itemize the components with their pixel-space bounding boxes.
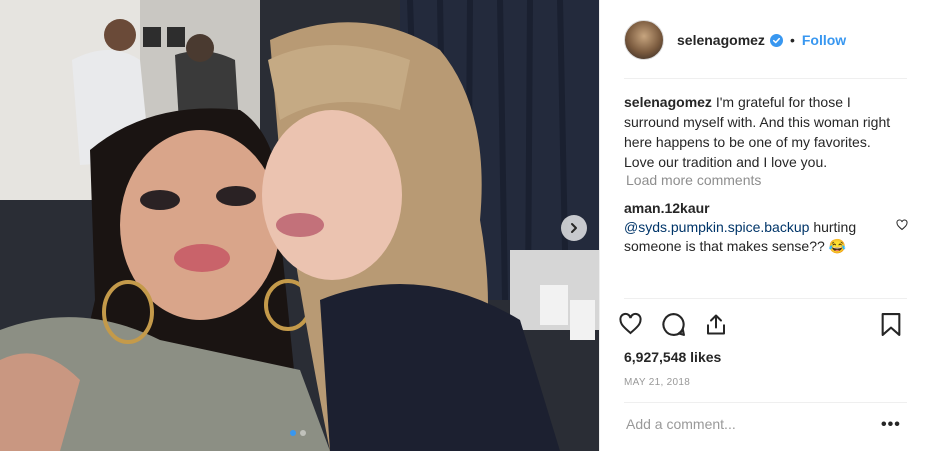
chevron-right-icon [571, 223, 577, 233]
carousel-next-button[interactable] [561, 215, 587, 241]
header-username[interactable]: selenagomez [677, 32, 765, 48]
carousel-dot-active [290, 430, 296, 436]
likes-count[interactable]: 6,927,548 likes [624, 349, 721, 365]
share-icon[interactable] [704, 312, 728, 337]
verified-badge-icon [769, 33, 783, 47]
comment-icon[interactable] [661, 312, 686, 337]
laughing-emoji: 😂 [828, 238, 847, 254]
header-separator: • [789, 32, 795, 48]
comment-mention[interactable]: @syds.pumpkin.spice.backup [624, 219, 809, 235]
carousel-dot [300, 430, 306, 436]
comment-username[interactable]: aman.12kaur [624, 199, 884, 218]
load-more-comments-button[interactable]: Load more comments [626, 172, 761, 188]
post-caption: selenagomez I'm grateful for those I sur… [624, 92, 899, 172]
comment-box-divider [624, 402, 907, 403]
bookmark-icon[interactable] [880, 312, 902, 337]
post-photo[interactable] [0, 0, 599, 451]
post-header: selenagomez • Follow [624, 18, 911, 62]
post-details-panel: selenagomez • Follow selenagomez I'm gra… [599, 0, 931, 451]
avatar[interactable] [624, 20, 664, 60]
post-date: MAY 21, 2018 [624, 377, 691, 388]
header-divider [624, 78, 907, 79]
actions-divider [624, 298, 907, 299]
post-actions [618, 312, 914, 338]
more-options-button[interactable]: ••• [881, 416, 901, 434]
carousel-indicator [290, 430, 306, 436]
heart-icon[interactable] [618, 312, 643, 336]
follow-button[interactable]: Follow [802, 32, 846, 48]
comment-item: aman.12kaur @syds.pumpkin.spice.backup h… [624, 199, 884, 256]
caption-username[interactable]: selenagomez [624, 94, 712, 110]
photo-illustration [0, 0, 599, 451]
comment-like-heart-icon[interactable] [896, 219, 908, 231]
add-comment-input[interactable]: Add a comment... [626, 416, 736, 432]
